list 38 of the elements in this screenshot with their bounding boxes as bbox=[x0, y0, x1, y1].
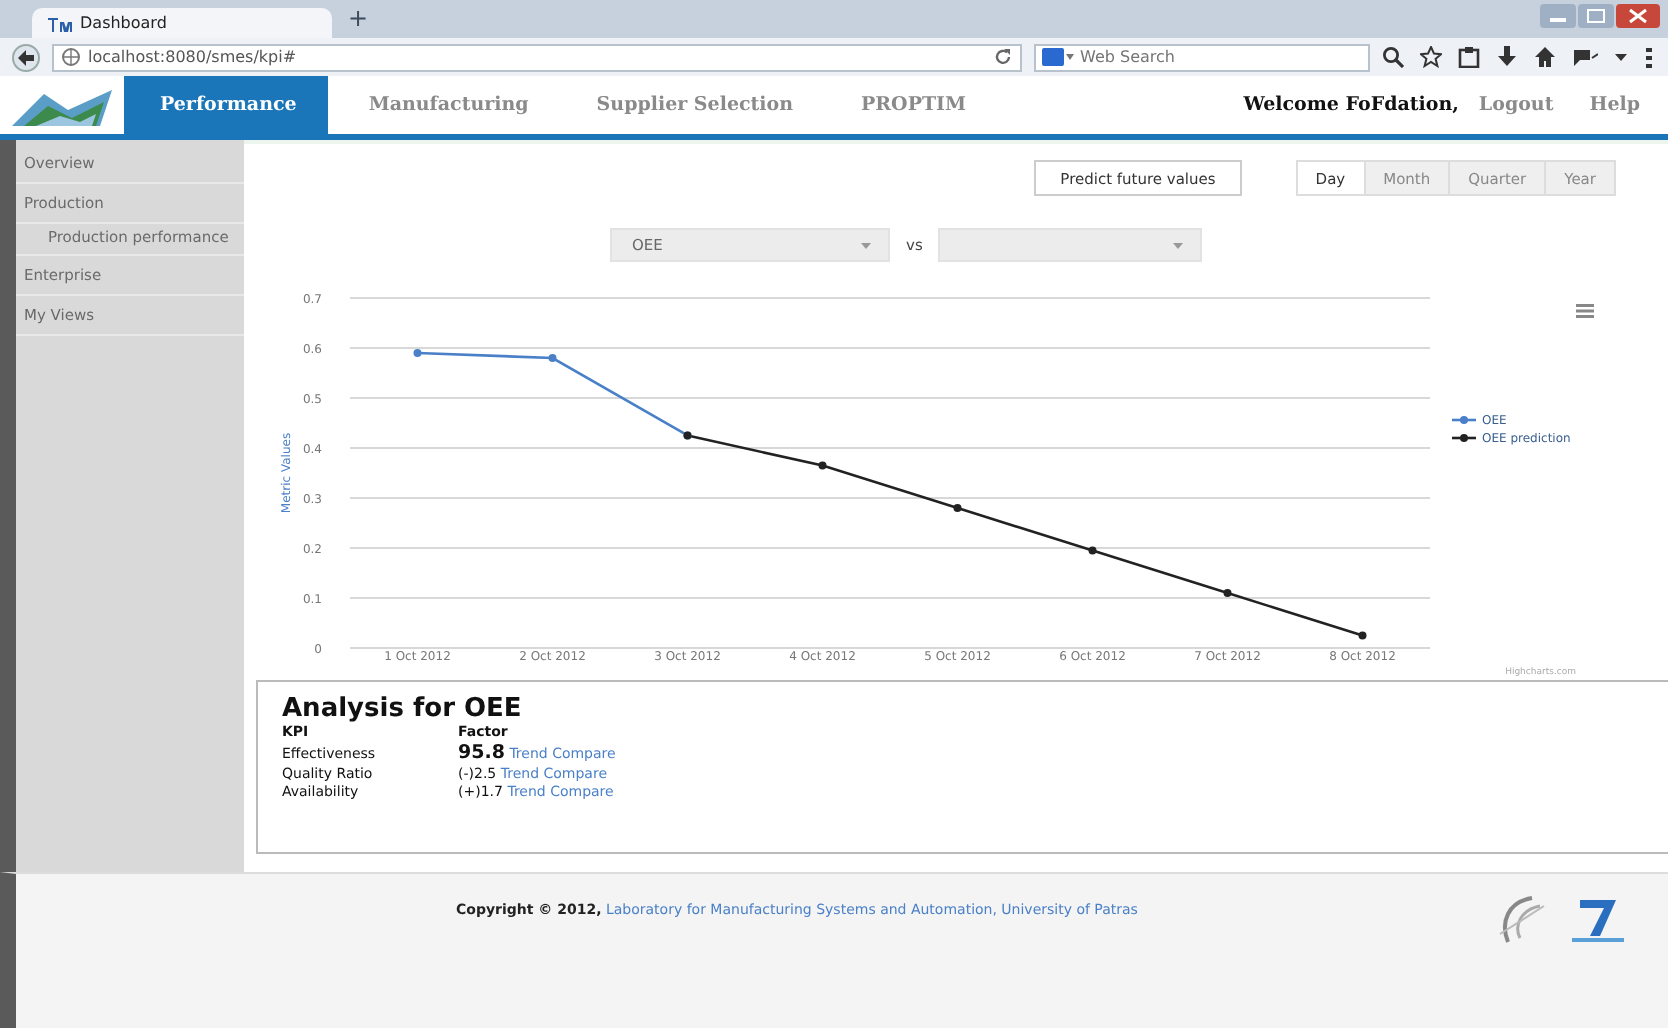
star-icon[interactable] bbox=[1420, 46, 1442, 68]
caret-icon bbox=[1172, 241, 1185, 249]
legend-marker[interactable] bbox=[1452, 416, 1476, 424]
search-engine-icon[interactable] bbox=[1042, 48, 1074, 66]
nav-link[interactable]: Logout bbox=[1478, 94, 1554, 116]
data-point bbox=[413, 349, 422, 357]
nav-tab[interactable]: Manufacturing bbox=[340, 76, 557, 134]
search-input[interactable]: Web Search bbox=[1080, 48, 1320, 66]
data-point bbox=[1358, 631, 1367, 640]
new-tab-button[interactable]: + bbox=[348, 4, 369, 34]
download-icon[interactable] bbox=[1496, 46, 1518, 68]
nav-tab[interactable]: Supplier Selection bbox=[568, 76, 822, 134]
search-icon[interactable] bbox=[1382, 46, 1404, 68]
data-point bbox=[818, 461, 827, 470]
analysis-title: Analysis for OEE bbox=[282, 694, 524, 724]
caret-icon bbox=[860, 241, 872, 249]
welcome-text: Welcome FoFdation, bbox=[1243, 94, 1459, 116]
data-point bbox=[953, 504, 962, 512]
data-point bbox=[548, 354, 557, 362]
window-controls-icon[interactable] bbox=[1540, 4, 1660, 30]
factor-value: 95.8 bbox=[458, 742, 505, 764]
clipboard-icon[interactable] bbox=[1458, 46, 1480, 68]
logo-icon bbox=[1568, 894, 1628, 946]
site-icon bbox=[48, 15, 72, 31]
data-point bbox=[1223, 589, 1232, 597]
back-icon[interactable] bbox=[12, 43, 40, 71]
nav-tab[interactable]: Performance bbox=[124, 76, 329, 134]
globe-icon bbox=[62, 48, 80, 66]
search-field[interactable]: Web Search bbox=[1034, 43, 1370, 71]
menu-icon[interactable] bbox=[1644, 46, 1656, 68]
legend-marker[interactable] bbox=[1452, 434, 1476, 442]
home-icon[interactable] bbox=[1534, 46, 1556, 68]
reload-icon[interactable] bbox=[994, 48, 1012, 66]
chat-icon[interactable] bbox=[1572, 46, 1598, 68]
nav-tab[interactable]: PROPTIM bbox=[833, 76, 995, 134]
data-point bbox=[1088, 546, 1097, 555]
browser-tab[interactable]: Dashboard bbox=[32, 8, 332, 38]
nav-link[interactable]: Help bbox=[1589, 94, 1640, 116]
